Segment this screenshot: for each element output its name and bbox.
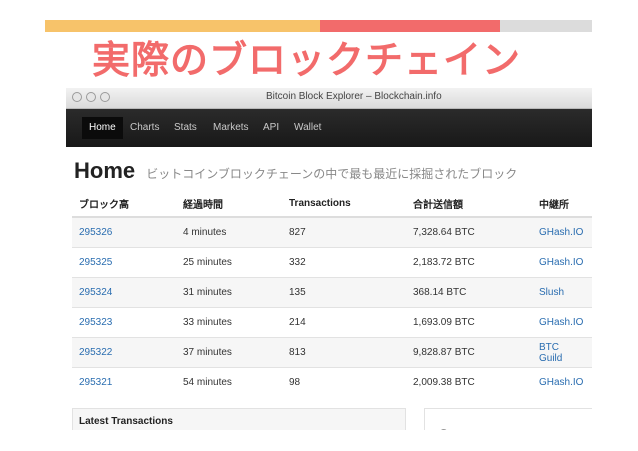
relayed-by-link[interactable]: GHash.IO (539, 257, 583, 268)
block-height-link[interactable]: 295321 (79, 377, 112, 388)
nav-item-stats[interactable]: Stats (167, 117, 204, 139)
table-row: 295323 33 minutes 214 1,693.09 BTC GHash… (72, 307, 592, 338)
nav-item-charts[interactable]: Charts (123, 117, 166, 139)
table-row: 295325 25 minutes 332 2,183.72 BTC GHash… (72, 247, 592, 278)
page-subtitle: ビットコインブロックチェーンの中で最も最近に採掘されたブロック (146, 167, 518, 181)
age-cell: 31 minutes (176, 277, 282, 308)
table-row: 295321 54 minutes 98 2,009.38 BTC GHash.… (72, 367, 592, 397)
relayed-by-link[interactable]: GHash.IO (539, 377, 583, 388)
block-height-link[interactable]: 295325 (79, 257, 112, 268)
right-panel: Se (424, 408, 592, 430)
minimize-window-icon[interactable] (86, 92, 96, 102)
total-sent-cell: 7,328.64 BTC (406, 216, 532, 248)
browser-window: Bitcoin Block Explorer – Blockchain.info… (66, 88, 592, 430)
window-title: Bitcoin Block Explorer – Blockchain.info (266, 91, 442, 102)
progress-bar-yellow (45, 20, 320, 32)
page-title: Home (74, 158, 136, 183)
table-row: 295326 4 minutes 827 7,328.64 BTC GHash.… (72, 216, 592, 248)
slide-title: 実際のブロックチェイン (92, 38, 522, 82)
relayed-by-link[interactable]: GHash.IO (539, 317, 583, 328)
block-height-link[interactable]: 295324 (79, 287, 112, 298)
age-cell: 54 minutes (176, 367, 282, 397)
table-row: 295324 31 minutes 135 368.14 BTC Slush (72, 277, 592, 308)
page-heading: Home ビットコインブロックチェーンの中で最も最近に採掘されたブロック (74, 158, 517, 184)
transactions-cell: 813 (282, 337, 406, 368)
table-header-row: ブロック高 経過時間 Transactions 合計送信額 中継所 (72, 190, 592, 218)
total-sent-cell: 2,009.38 BTC (406, 367, 532, 397)
col-header-relayed-by: 中継所 (532, 190, 592, 218)
table-row: 295322 37 minutes 813 9,828.87 BTC BTC G… (72, 337, 592, 368)
nav-item-wallet[interactable]: Wallet (287, 117, 328, 139)
right-panel-title: Se (439, 426, 456, 430)
transactions-cell: 135 (282, 277, 406, 308)
progress-bar-red (320, 20, 500, 32)
top-navbar: Home Charts Stats Markets API Wallet (66, 109, 592, 147)
age-cell: 4 minutes (176, 216, 282, 248)
transactions-cell: 214 (282, 307, 406, 338)
nav-item-home[interactable]: Home (82, 117, 123, 139)
latest-transactions-panel: Latest Transactions (72, 408, 406, 430)
col-header-transactions: Transactions (282, 190, 406, 218)
nav-item-markets[interactable]: Markets (206, 117, 256, 139)
age-cell: 33 minutes (176, 307, 282, 338)
total-sent-cell: 368.14 BTC (406, 277, 532, 308)
window-titlebar: Bitcoin Block Explorer – Blockchain.info (66, 88, 592, 109)
block-height-link[interactable]: 295326 (79, 227, 112, 238)
progress-bar-grey (500, 20, 592, 32)
blocks-table: ブロック高 経過時間 Transactions 合計送信額 中継所 295326… (72, 190, 592, 397)
transactions-cell: 98 (282, 367, 406, 397)
relayed-by-link[interactable]: GHash.IO (539, 227, 583, 238)
total-sent-cell: 2,183.72 BTC (406, 247, 532, 278)
transactions-cell: 827 (282, 216, 406, 248)
col-header-height: ブロック高 (72, 190, 176, 218)
relayed-by-link[interactable]: BTC Guild (539, 342, 562, 364)
transactions-cell: 332 (282, 247, 406, 278)
col-header-total-sent: 合計送信額 (406, 190, 532, 218)
relayed-by-link[interactable]: Slush (539, 287, 564, 298)
nav-item-api[interactable]: API (256, 117, 286, 139)
block-height-link[interactable]: 295322 (79, 347, 112, 358)
total-sent-cell: 9,828.87 BTC (406, 337, 532, 368)
block-height-link[interactable]: 295323 (79, 317, 112, 328)
total-sent-cell: 1,693.09 BTC (406, 307, 532, 338)
zoom-window-icon[interactable] (100, 92, 110, 102)
latest-transactions-title: Latest Transactions (79, 416, 173, 427)
col-header-age: 経過時間 (176, 190, 282, 218)
age-cell: 25 minutes (176, 247, 282, 278)
age-cell: 37 minutes (176, 337, 282, 368)
close-window-icon[interactable] (72, 92, 82, 102)
